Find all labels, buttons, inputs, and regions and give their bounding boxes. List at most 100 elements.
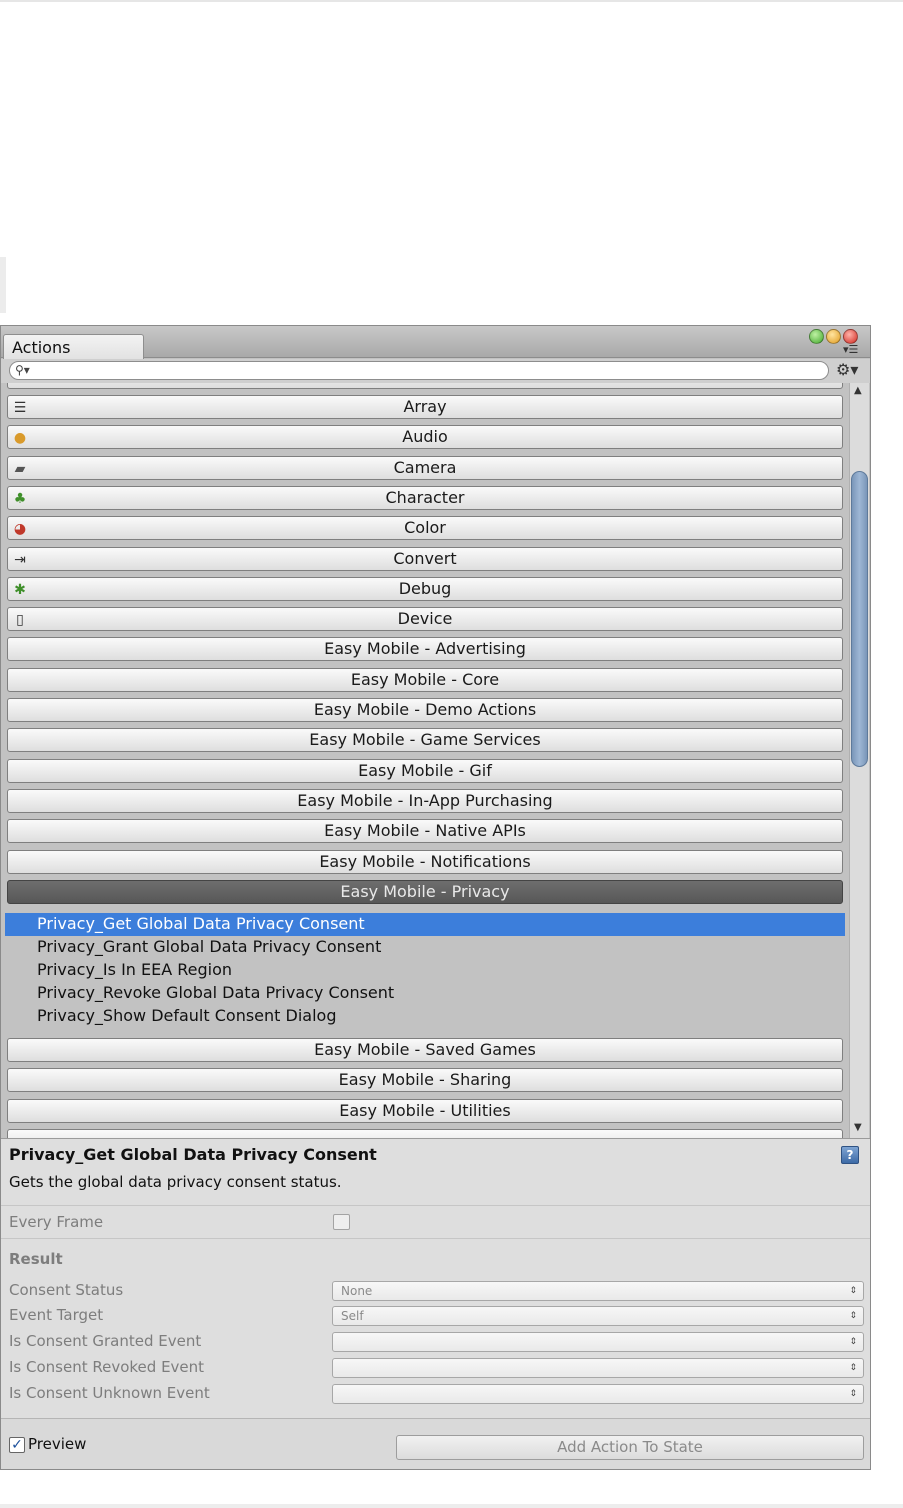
scroll-up-icon[interactable]: ▲ [854,385,862,396]
action-list-item[interactable]: Privacy_Get Global Data Privacy Consent [5,913,845,936]
preview-checkbox[interactable]: ✓ [9,1437,25,1453]
category-button[interactable]: Easy Mobile - Demo Actions [7,698,843,722]
character-icon: ♣ [13,490,27,507]
category-label: Easy Mobile - Game Services [309,730,541,749]
preview-label: Preview [28,1435,87,1453]
category-button[interactable]: ✱ Debug [7,577,843,601]
category-button[interactable]: Easy Mobile - Advertising [7,637,843,661]
category-button[interactable]: ☰ Array [7,395,843,419]
gear-icon[interactable]: ⚙▾ [836,360,858,379]
category-button[interactable]: Easy Mobile - Game Services [7,728,843,752]
field-dropdown[interactable]: Self ⇕ [332,1306,864,1326]
category-label: Camera [393,458,457,477]
add-action-button[interactable]: Add Action To State [396,1435,864,1460]
scroll-thumb[interactable] [851,471,868,767]
top-divider [0,0,903,2]
category-label: Easy Mobile - Saved Games [314,1040,536,1059]
action-list-item[interactable]: Privacy_Show Default Consent Dialog [5,1005,845,1028]
dropdown-value: Self [341,1309,364,1323]
category-label: Easy Mobile - Core [350,670,500,689]
category-label: Easy Mobile - Demo Actions [313,700,537,719]
tab-menu-icon[interactable]: ▾☰ [843,344,858,355]
category-button[interactable]: ⇥ Convert [7,547,843,571]
divider [1,1238,870,1239]
close-button[interactable] [843,329,858,344]
category-button[interactable]: Easy Mobile - Gif [7,759,843,783]
category-label: Convert [393,549,457,568]
category-label: Easy Mobile - Gif [358,761,492,780]
field-label: Is Consent Unknown Event [9,1384,210,1402]
list-icon: ☰ [13,399,27,416]
category-button-partial[interactable] [7,383,843,389]
search-input[interactable] [32,362,812,379]
window-footer: ✓ Preview Add Action To State [1,1418,870,1469]
category-button-selected[interactable]: Easy Mobile - Privacy [7,880,843,904]
category-label: Easy Mobile - Utilities [339,1101,511,1120]
background-edge [0,257,6,313]
dropdown-arrow-icon: ⇕ [849,1389,857,1399]
result-heading: Result [9,1250,63,1268]
category-button[interactable]: Easy Mobile - Saved Games [7,1038,843,1062]
action-list-item[interactable]: Privacy_Revoke Global Data Privacy Conse… [5,982,845,1005]
action-description: Gets the global data privacy consent sta… [9,1173,342,1191]
category-label: Easy Mobile - Native APIs [324,821,526,840]
vertical-scrollbar[interactable]: ▲ ▼ [849,383,869,1138]
category-label: Easy Mobile - Sharing [338,1070,512,1089]
dropdown-arrow-icon: ⇕ [849,1286,857,1296]
category-label: Array [403,397,447,416]
actions-window: Actions ▾☰ ⚲▾ ⚙▾ ☰ Array ● Audio ▰ Camera ♣ Cha… [0,325,871,1470]
camera-icon: ▰ [14,460,26,477]
dropdown-arrow-icon: ⇕ [849,1363,857,1373]
field-dropdown[interactable]: ⇕ [332,1358,864,1378]
maximize-button[interactable] [809,329,824,344]
category-label: Easy Mobile - Privacy [340,882,510,901]
category-button-partial[interactable] [7,1129,843,1138]
category-button[interactable]: ◕ Color [7,516,843,540]
field-dropdown[interactable]: None ⇕ [332,1281,864,1301]
category-label: Color [404,518,446,537]
category-label: Audio [402,427,448,446]
action-list-item[interactable]: Privacy_Is In EEA Region [5,959,845,982]
window-controls [809,329,858,344]
field-dropdown[interactable]: ⇕ [332,1384,864,1404]
bug-icon: ✱ [14,581,26,598]
bottom-divider [0,1504,903,1508]
category-button[interactable]: ▰ Camera [7,456,843,480]
category-label: Easy Mobile - Notifications [319,852,531,871]
category-button[interactable]: Easy Mobile - Notifications [7,850,843,874]
category-button[interactable]: Easy Mobile - Utilities [7,1099,843,1123]
action-list-item[interactable]: Privacy_Grant Global Data Privacy Consen… [5,936,845,959]
help-icon[interactable]: ? [841,1146,859,1164]
field-dropdown[interactable]: ⇕ [332,1332,864,1352]
action-title: Privacy_Get Global Data Privacy Consent [9,1145,377,1164]
window-titlebar: Actions ▾☰ [1,326,870,359]
category-button[interactable]: Easy Mobile - Sharing [7,1068,843,1092]
every-frame-label: Every Frame [9,1213,104,1231]
category-button[interactable]: Easy Mobile - Native APIs [7,819,843,843]
category-button[interactable]: ● Audio [7,425,843,449]
minimize-button[interactable] [826,329,841,344]
every-frame-checkbox[interactable] [333,1214,350,1230]
category-label: Easy Mobile - Advertising [324,639,526,658]
search-field[interactable]: ⚲▾ [9,361,829,380]
category-label: Character [385,488,465,507]
field-label: Event Target [9,1306,104,1324]
category-label: Debug [398,579,452,598]
action-category-list: ☰ Array ● Audio ▰ Camera ♣ Character ◕ Color ⇥ Conv… [1,383,870,1138]
category-button[interactable]: ♣ Character [7,486,843,510]
category-button[interactable]: ▯ Device [7,607,843,631]
dropdown-arrow-icon: ⇕ [849,1311,857,1321]
page: Actions ▾☰ ⚲▾ ⚙▾ ☰ Array ● Audio ▰ Camera ♣ Cha… [0,0,903,1508]
dropdown-value: None [341,1284,373,1298]
category-label: Easy Mobile - In-App Purchasing [297,791,553,810]
search-icon[interactable]: ⚲▾ [15,363,30,377]
dropdown-arrow-icon: ⇕ [849,1337,857,1347]
color-wheel-icon: ◕ [13,520,27,537]
category-button[interactable]: Easy Mobile - Core [7,668,843,692]
divider [1,1205,870,1206]
category-button[interactable]: Easy Mobile - In-App Purchasing [7,789,843,813]
scroll-down-icon[interactable]: ▼ [854,1122,862,1133]
field-label: Is Consent Revoked Event [9,1358,205,1376]
category-label: Device [397,609,453,628]
tab-actions[interactable]: Actions [3,334,144,359]
